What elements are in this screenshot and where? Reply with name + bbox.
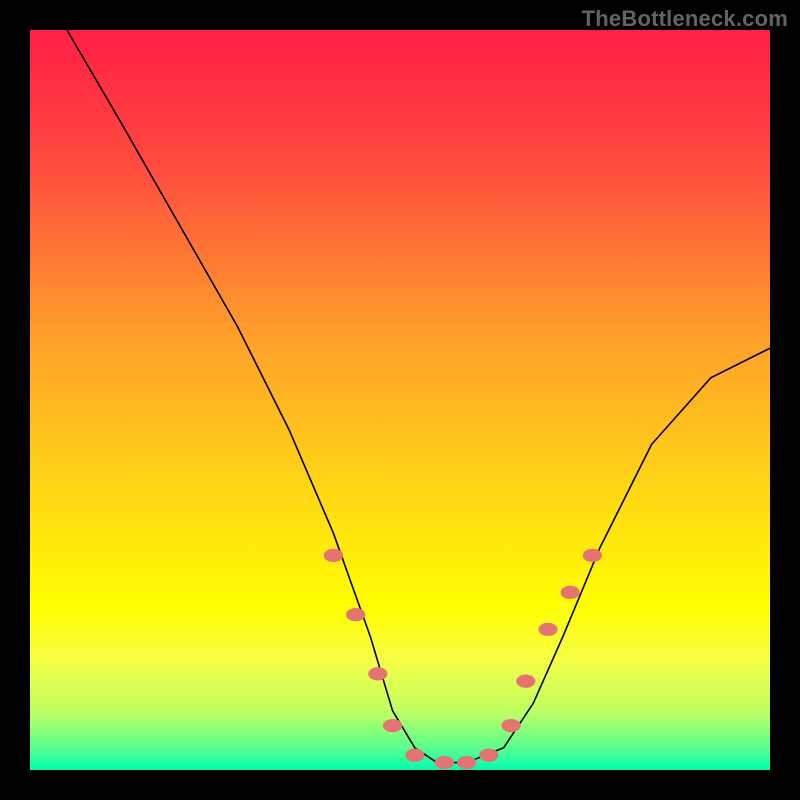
data-dot [538, 623, 557, 636]
plot-area [30, 30, 770, 770]
data-dot [457, 756, 476, 769]
data-dot [583, 549, 602, 562]
chart-frame: TheBottleneck.com [0, 0, 800, 800]
data-dot [435, 756, 454, 769]
data-dot [346, 608, 365, 621]
data-dot [516, 675, 535, 688]
data-dot [561, 586, 580, 599]
data-dot [324, 549, 343, 562]
data-dot [368, 667, 387, 680]
plot-svg [30, 30, 770, 770]
data-dot [501, 719, 520, 732]
data-dot [479, 749, 498, 762]
data-dot [405, 749, 424, 762]
gradient-background [30, 30, 770, 770]
data-dot [383, 719, 402, 732]
watermark-text: TheBottleneck.com [582, 6, 788, 32]
